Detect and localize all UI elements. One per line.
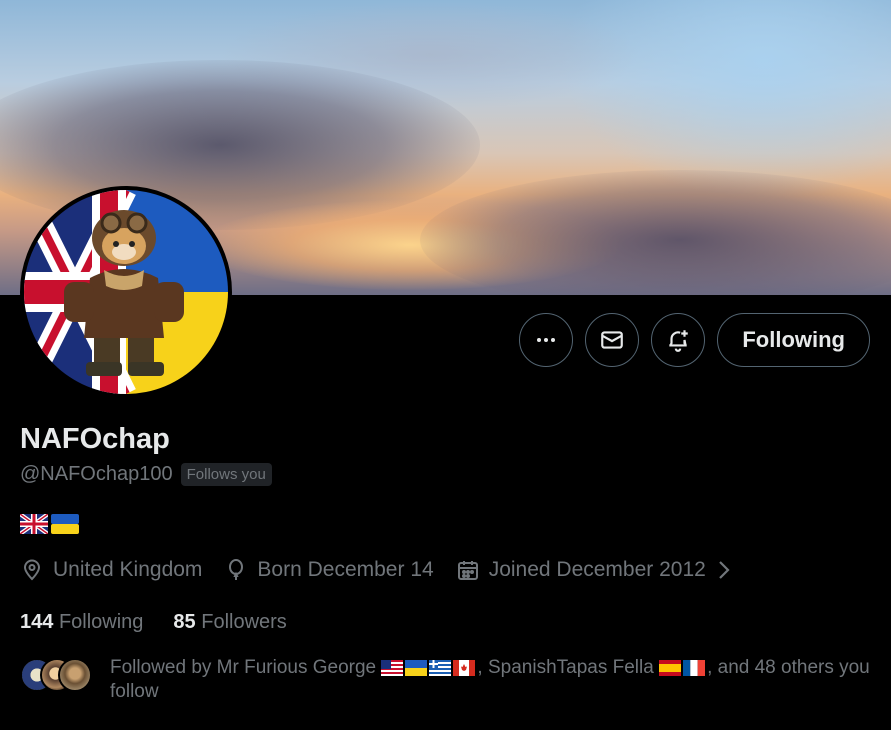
notifications-button[interactable] [651, 313, 706, 367]
followers-label: Followers [201, 611, 287, 633]
canada-flag-icon [453, 660, 476, 676]
birthday-text: Born December 14 [257, 558, 434, 581]
profile-handle: @NAFOchap100 [20, 463, 173, 485]
avatar [58, 658, 92, 692]
followers-count: 85 [173, 611, 196, 633]
follower-name-1: Mr Furious George [216, 657, 377, 678]
message-button[interactable] [585, 313, 640, 367]
profile-name: NAFOchap [20, 423, 170, 455]
more-horizontal-icon [537, 338, 556, 342]
envelope-icon [601, 331, 624, 349]
following-count-link[interactable]: 144 Following [20, 611, 143, 634]
follows-you-badge: Follows you [180, 463, 272, 486]
following-label: Following [58, 611, 144, 633]
bio [20, 514, 79, 534]
chevron-right-icon [719, 561, 730, 579]
more-button[interactable] [519, 313, 574, 367]
location-pin-icon [23, 559, 41, 581]
following-button[interactable]: Following [717, 313, 870, 367]
followers-you-know-avatars[interactable] [20, 656, 94, 694]
followed-by-text: Followed by Mr Furious George , SpanishT… [110, 657, 870, 702]
joined-text: Joined December 2012 [488, 558, 706, 581]
greece-flag-icon [429, 660, 452, 676]
ukraine-flag-icon [405, 660, 428, 676]
bell-plus-icon [669, 330, 689, 352]
joined-date[interactable]: Joined December 2012 [456, 558, 733, 582]
uk-flag-icon [20, 514, 48, 534]
location-text: United Kingdom [53, 558, 203, 581]
ukraine-flag-icon [51, 514, 79, 534]
profile-avatar[interactable] [20, 186, 232, 398]
followers-count-link[interactable]: 85 Followers [173, 611, 286, 634]
following-count: 144 [20, 611, 54, 633]
follower-name-2: SpanishTapas Fella [487, 657, 654, 678]
spain-flag-icon [659, 660, 682, 676]
usa-flag-icon [381, 660, 404, 676]
france-flag-icon [683, 660, 706, 676]
balloon-icon [229, 559, 244, 580]
birthday: Born December 14 [224, 558, 434, 582]
calendar-icon [457, 561, 478, 580]
followed-by[interactable]: Followed by Mr Furious George , SpanishT… [20, 656, 880, 704]
location: United Kingdom [20, 558, 202, 582]
